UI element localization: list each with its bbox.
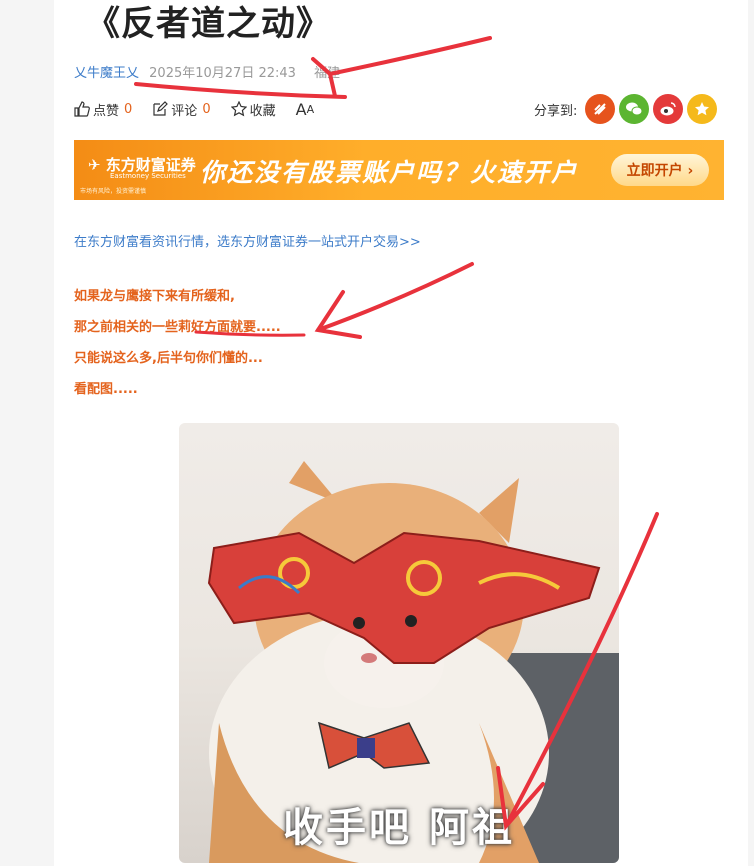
open-account-banner[interactable]: ✈ 东方财富证券 Eastmoney Securities 市场有风险，投资需谨… [74,140,724,200]
open-account-button[interactable]: 立即开户 › [611,154,709,186]
body-paragraph: 只能说这么多,后半句你们懂的... [74,351,263,366]
body-paragraph: 那之前相关的一些莉好方面就要..... [74,320,281,335]
font-size-large: A [295,99,307,119]
eastmoney-logo-icon: ✈ [88,156,106,174]
weibo-icon [660,102,677,116]
article-title: 《反者道之动》 [86,4,331,44]
comment-button[interactable]: 评论 0 [152,100,211,119]
like-label: 点赞 [93,103,120,119]
ip-location: 福建 [314,66,341,81]
banner-risk-note: 市场有风险，投资需谨慎 [80,188,147,195]
like-count: 0 [124,101,133,117]
qzone-star-icon [695,102,710,116]
share-qzone-button[interactable] [687,94,718,124]
banner-logo-subtitle: Eastmoney Securities [110,172,186,180]
author-link[interactable]: 乂牛魔王乂 [74,66,139,81]
banner-headline: 你还没有股票账户吗？火速开户 [200,158,579,187]
like-button[interactable]: 点赞 0 [74,100,132,119]
eastmoney-icon [594,103,607,115]
favorite-label: 收藏 [249,103,276,119]
meme-image: 收手吧 阿祖 [179,423,619,863]
font-size-button[interactable]: AA [296,100,314,119]
font-size-small: A [306,102,315,116]
body-paragraph: 看配图..... [74,382,138,397]
favorite-button[interactable]: 收藏 [230,100,276,119]
share-weibo-button[interactable] [653,94,684,124]
edit-comment-icon [153,101,169,116]
share-bar: 分享到: [534,94,721,124]
promo-link[interactable]: 在东方财富看资讯行情，选东方财富证券一站式开户交易>> [74,231,421,250]
thumbs-up-icon [74,101,90,117]
share-label: 分享到: [534,103,578,119]
comment-label: 评论 [171,103,198,119]
meme-caption: 收手吧 阿祖 [283,805,515,851]
share-eastmoney-button[interactable] [585,94,616,124]
action-bar: 点赞 0 评论 0 收藏 AA [74,98,334,120]
body-paragraph: 如果龙与鹰接下来有所缓和, [74,289,235,304]
wechat-icon [626,102,643,116]
comment-count: 0 [202,101,211,117]
share-wechat-button[interactable] [619,94,650,124]
article-meta: 乂牛魔王乂 2025年10月27日 22:43 福建 [74,62,340,81]
publish-datetime: 2025年10月27日 22:43 [149,66,296,81]
star-icon [230,101,247,117]
